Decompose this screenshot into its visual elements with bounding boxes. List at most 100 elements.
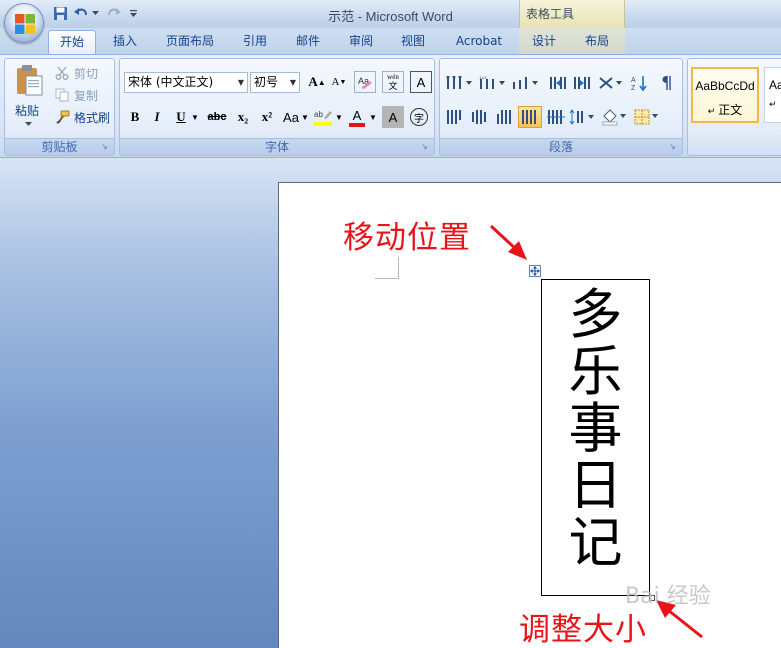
distributed-icon <box>547 110 565 124</box>
font-size-combo[interactable]: 初号 ▼ <box>250 72 300 93</box>
text-direction-icon <box>599 77 622 89</box>
align-right-button[interactable] <box>493 106 517 128</box>
copy-label: 复制 <box>74 88 99 103</box>
svg-text:ab: ab <box>314 110 323 119</box>
tab-layout[interactable]: 布局 <box>576 30 618 54</box>
font-name-dropdown-icon: ▼ <box>237 78 245 87</box>
change-case-dropdown-icon[interactable]: ▼ <box>300 106 310 128</box>
sort-button[interactable]: AZ <box>628 72 652 94</box>
paste-dropdown-icon <box>25 122 32 126</box>
clipboard-launcher-icon[interactable]: ↘ <box>101 142 111 152</box>
bullets-button[interactable] <box>443 72 475 94</box>
font-color-button[interactable]: A <box>346 106 368 128</box>
phonetic-guide-button[interactable]: wén 文 <box>382 71 404 93</box>
margin-corner-mark <box>375 257 399 279</box>
increase-indent-button[interactable] <box>570 72 594 94</box>
clipboard-group-label: 剪贴板 <box>5 138 114 155</box>
justify-button[interactable] <box>518 106 542 128</box>
numbering-button[interactable]: 123 <box>476 72 508 94</box>
tab-references[interactable]: 引用 <box>234 30 276 54</box>
font-group-label: 字体 <box>120 138 434 155</box>
change-case-button[interactable]: Aa <box>280 106 302 128</box>
borders-icon <box>634 109 658 125</box>
paragraph-launcher-icon[interactable]: ↘ <box>669 142 679 152</box>
line-spacing-button[interactable] <box>568 106 598 128</box>
grow-font-glyph: A <box>308 74 318 89</box>
highlight-color-bar <box>314 122 332 126</box>
subscript-button[interactable]: x₂ <box>232 106 254 128</box>
cut-button[interactable]: 剪切 <box>53 63 98 83</box>
font-launcher-icon[interactable]: ↘ <box>421 142 431 152</box>
office-button[interactable] <box>4 3 44 43</box>
tab-home[interactable]: 开始 <box>48 30 96 54</box>
shrink-font-button[interactable]: A ▼ <box>328 71 350 93</box>
italic-button[interactable]: I <box>146 106 168 128</box>
style-normal-preview: AaBbCcDd <box>695 79 755 93</box>
vertical-text-table[interactable]: 多 乐 事 日 记 <box>541 279 650 596</box>
strikethrough-button[interactable]: abc <box>204 106 230 128</box>
character-shading-button[interactable]: A <box>382 106 404 128</box>
tab-mailings[interactable]: 邮件 <box>287 30 329 54</box>
move-arrows-icon <box>530 266 540 276</box>
clear-formatting-button[interactable]: Aa <box>354 71 376 93</box>
superscript-button[interactable]: x² <box>256 106 278 128</box>
svg-text:123: 123 <box>479 76 487 80</box>
decrease-indent-button[interactable] <box>546 72 570 94</box>
text-direction-button[interactable] <box>596 72 626 94</box>
cut-label: 剪切 <box>74 66 99 81</box>
align-right-icon <box>497 110 511 124</box>
paste-label: 粘贴 <box>15 104 40 118</box>
highlight-button[interactable]: ab <box>312 106 334 128</box>
align-center-button[interactable] <box>468 106 492 128</box>
underline-dropdown-icon[interactable]: ▼ <box>190 106 200 128</box>
table-move-handle[interactable] <box>529 265 541 277</box>
paste-button[interactable]: 粘贴 <box>11 62 47 134</box>
tab-page-layout[interactable]: 页面布局 <box>158 30 222 54</box>
ribbon: 粘贴 剪切 复制 格式刷 剪贴板 ↘ 宋体 (中文正文) ▼ 初号 ▼ A ▲ … <box>0 54 781 158</box>
vertical-char: 乐 <box>568 340 623 403</box>
borders-button[interactable] <box>632 106 662 128</box>
sort-icon: AZ <box>631 76 647 92</box>
align-left-button[interactable] <box>443 106 467 128</box>
increase-indent-icon <box>574 77 590 89</box>
format-painter-button[interactable]: 格式刷 <box>53 107 110 127</box>
tab-insert[interactable]: 插入 <box>104 30 146 54</box>
font-name-combo[interactable]: 宋体 (中文正文) ▼ <box>124 72 248 93</box>
shading-button[interactable] <box>600 106 630 128</box>
vertical-char: 事 <box>568 397 623 460</box>
styles-group: AaBbCcDd ↵ 正文 Aa ↵ <box>687 58 781 156</box>
distributed-button[interactable] <box>544 106 568 128</box>
enclose-characters-glyph: 字 <box>410 108 428 126</box>
font-color-dropdown-icon[interactable]: ▼ <box>368 106 378 128</box>
style-normal-name: ↵ 正文 <box>693 101 757 118</box>
underline-button[interactable]: U <box>170 106 192 128</box>
multilevel-list-button[interactable] <box>509 72 541 94</box>
font-color-glyph: A <box>352 107 362 123</box>
tab-review[interactable]: 审阅 <box>340 30 382 54</box>
grow-font-button[interactable]: A ▲ <box>306 71 328 93</box>
tab-design[interactable]: 设计 <box>523 30 565 54</box>
enclose-characters-button[interactable]: 字 <box>408 106 430 128</box>
tab-acrobat[interactable]: Acrobat <box>448 30 510 54</box>
watermark: Bai 经验 <box>625 584 711 609</box>
tab-view[interactable]: 视图 <box>392 30 434 54</box>
highlight-dropdown-icon[interactable]: ▼ <box>334 106 344 128</box>
clipboard-group: 粘贴 剪切 复制 格式刷 剪贴板 ↘ <box>4 58 115 156</box>
office-logo-icon <box>15 14 35 34</box>
vertical-text[interactable]: 多 乐 事 日 记 <box>542 286 649 571</box>
show-marks-button[interactable] <box>654 72 678 94</box>
decrease-indent-icon <box>550 77 566 89</box>
copy-button[interactable]: 复制 <box>53 85 98 105</box>
align-center-icon <box>472 110 486 124</box>
style-next[interactable]: Aa ↵ <box>764 67 781 123</box>
character-border-button[interactable]: A <box>410 71 432 93</box>
annotation-move: 移动位置 <box>343 220 471 256</box>
bold-button[interactable]: B <box>124 106 146 128</box>
style-normal[interactable]: AaBbCcDd ↵ 正文 <box>691 67 759 123</box>
scissors-icon <box>53 64 71 82</box>
clear-formatting-icon: Aa <box>358 76 372 89</box>
align-left-icon <box>447 110 461 124</box>
title-bar: 表格工具 示范 - Microsoft Word <box>0 0 781 28</box>
paint-bucket-icon <box>602 109 626 126</box>
multilevel-list-icon <box>513 77 538 89</box>
